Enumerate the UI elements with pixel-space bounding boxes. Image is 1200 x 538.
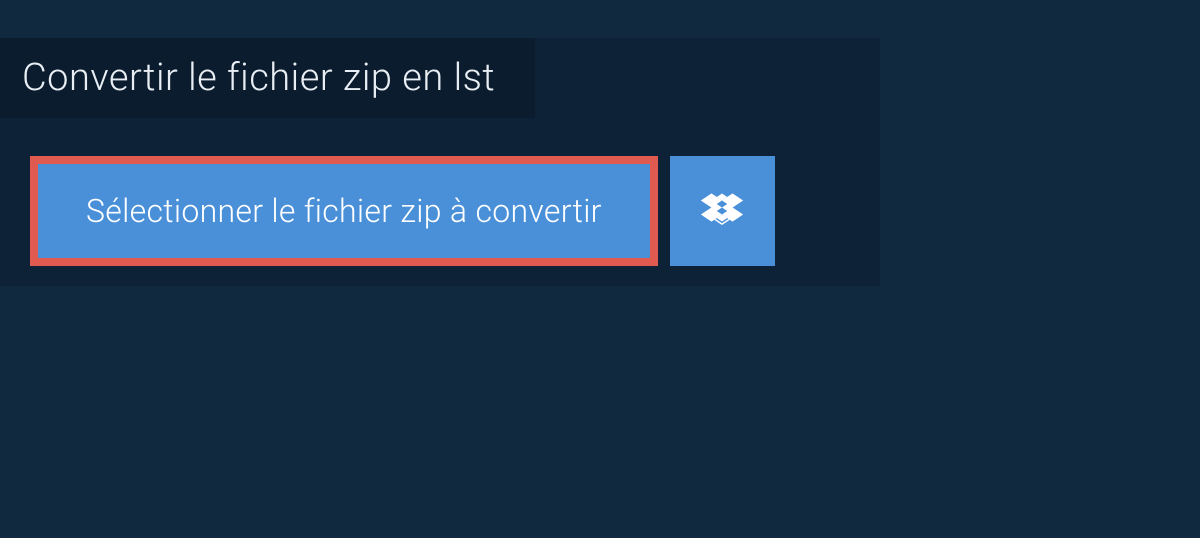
select-file-button-label: Sélectionner le fichier zip à convertir bbox=[86, 192, 602, 230]
dropbox-button[interactable] bbox=[670, 156, 775, 266]
dropbox-icon bbox=[701, 190, 743, 232]
button-row: Sélectionner le fichier zip à convertir bbox=[30, 156, 880, 266]
convert-panel: Convertir le fichier zip en lst Sélectio… bbox=[0, 38, 880, 286]
page-title: Convertir le fichier zip en lst bbox=[0, 38, 535, 118]
select-file-button[interactable]: Sélectionner le fichier zip à convertir bbox=[30, 156, 658, 266]
